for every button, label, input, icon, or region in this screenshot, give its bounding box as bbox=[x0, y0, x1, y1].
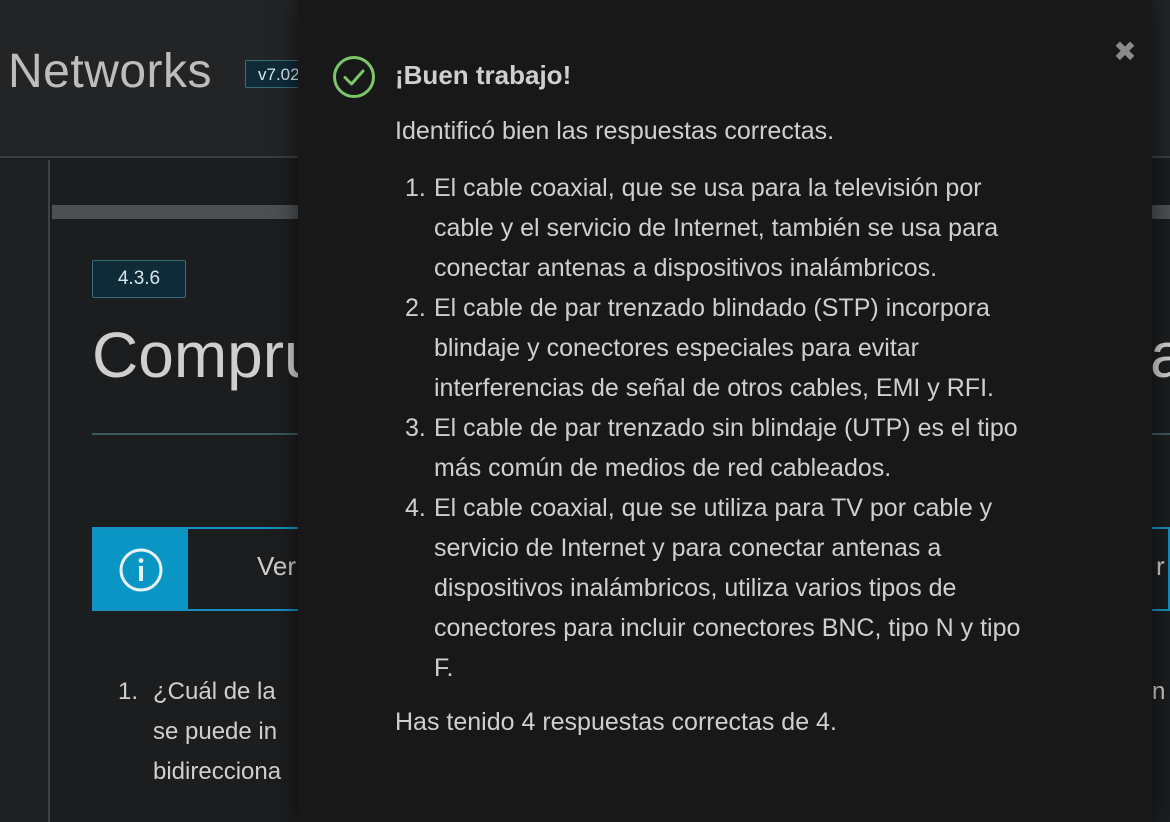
feedback-line: conectores para incluir conectores BNC, … bbox=[434, 614, 1021, 642]
feedback-line: interferencias de señal de otros cables,… bbox=[434, 374, 994, 402]
score-summary: Has tenido 4 respuestas correctas de 4. bbox=[395, 708, 837, 736]
feedback-line: El cable coaxial, que se usa para la tel… bbox=[434, 174, 982, 202]
question-tail: n bbox=[1152, 678, 1166, 705]
feedback-item: 4. El cable coaxial, que se utiliza para… bbox=[395, 488, 1095, 688]
feedback-item-number: 2. bbox=[405, 294, 426, 322]
feedback-item: 3. El cable de par trenzado sin blindaje… bbox=[395, 408, 1095, 488]
info-icon-box bbox=[94, 529, 188, 609]
feedback-line: El cable de par trenzado sin blindaje (U… bbox=[434, 414, 1018, 442]
feedback-line: servicio de Internet y para conectar ant… bbox=[434, 534, 942, 562]
feedback-list: 1. El cable coaxial, que se usa para la … bbox=[395, 168, 1095, 688]
question-number: 1. bbox=[118, 678, 139, 705]
feedback-line: blindaje y conectores especiales para ev… bbox=[434, 334, 919, 362]
page-heading-tail: a bbox=[1150, 319, 1170, 391]
feedback-item-number: 4. bbox=[405, 494, 426, 522]
feedback-item-number: 1. bbox=[405, 174, 426, 202]
info-bar-tail: r bbox=[1156, 551, 1165, 581]
feedback-line: dispositivos inalámbricos, utiliza vario… bbox=[434, 574, 957, 602]
feedback-line: conectar antenas a dispositivos inalámbr… bbox=[434, 254, 938, 282]
question-line: bidirecciona bbox=[153, 758, 282, 785]
brand-title: Networks bbox=[8, 45, 213, 98]
feedback-line: F. bbox=[434, 654, 454, 682]
check-circle-icon bbox=[333, 56, 375, 98]
question-line: se puede in bbox=[153, 718, 278, 745]
info-bar-label: Ver bbox=[257, 551, 297, 581]
feedback-line: cable y el servicio de Internet, también… bbox=[434, 214, 999, 242]
feedback-line: más común de medios de red cableados. bbox=[434, 454, 892, 482]
feedback-item: 2. El cable de par trenzado blindado (ST… bbox=[395, 288, 1095, 408]
feedback-item: 1. El cable coaxial, que se usa para la … bbox=[395, 168, 1095, 288]
feedback-line: El cable coaxial, que se utiliza para TV… bbox=[434, 494, 993, 522]
info-icon bbox=[119, 548, 163, 592]
close-icon[interactable]: ✖ bbox=[1112, 38, 1138, 68]
modal-title: ¡Buen trabajo! bbox=[395, 60, 572, 90]
section-number-badge: 4.3.6 bbox=[92, 260, 186, 298]
question-line: ¿Cuál de la bbox=[153, 678, 276, 705]
feedback-modal: ✖ ¡Buen trabajo! Identificó bien las res… bbox=[298, 0, 1152, 822]
modal-intro: Identificó bien las respuestas correctas… bbox=[395, 117, 835, 145]
feedback-line: El cable de par trenzado blindado (STP) … bbox=[434, 294, 990, 322]
left-rail bbox=[0, 160, 50, 822]
page-heading: Compru bbox=[92, 319, 320, 391]
feedback-item-number: 3. bbox=[405, 414, 426, 442]
